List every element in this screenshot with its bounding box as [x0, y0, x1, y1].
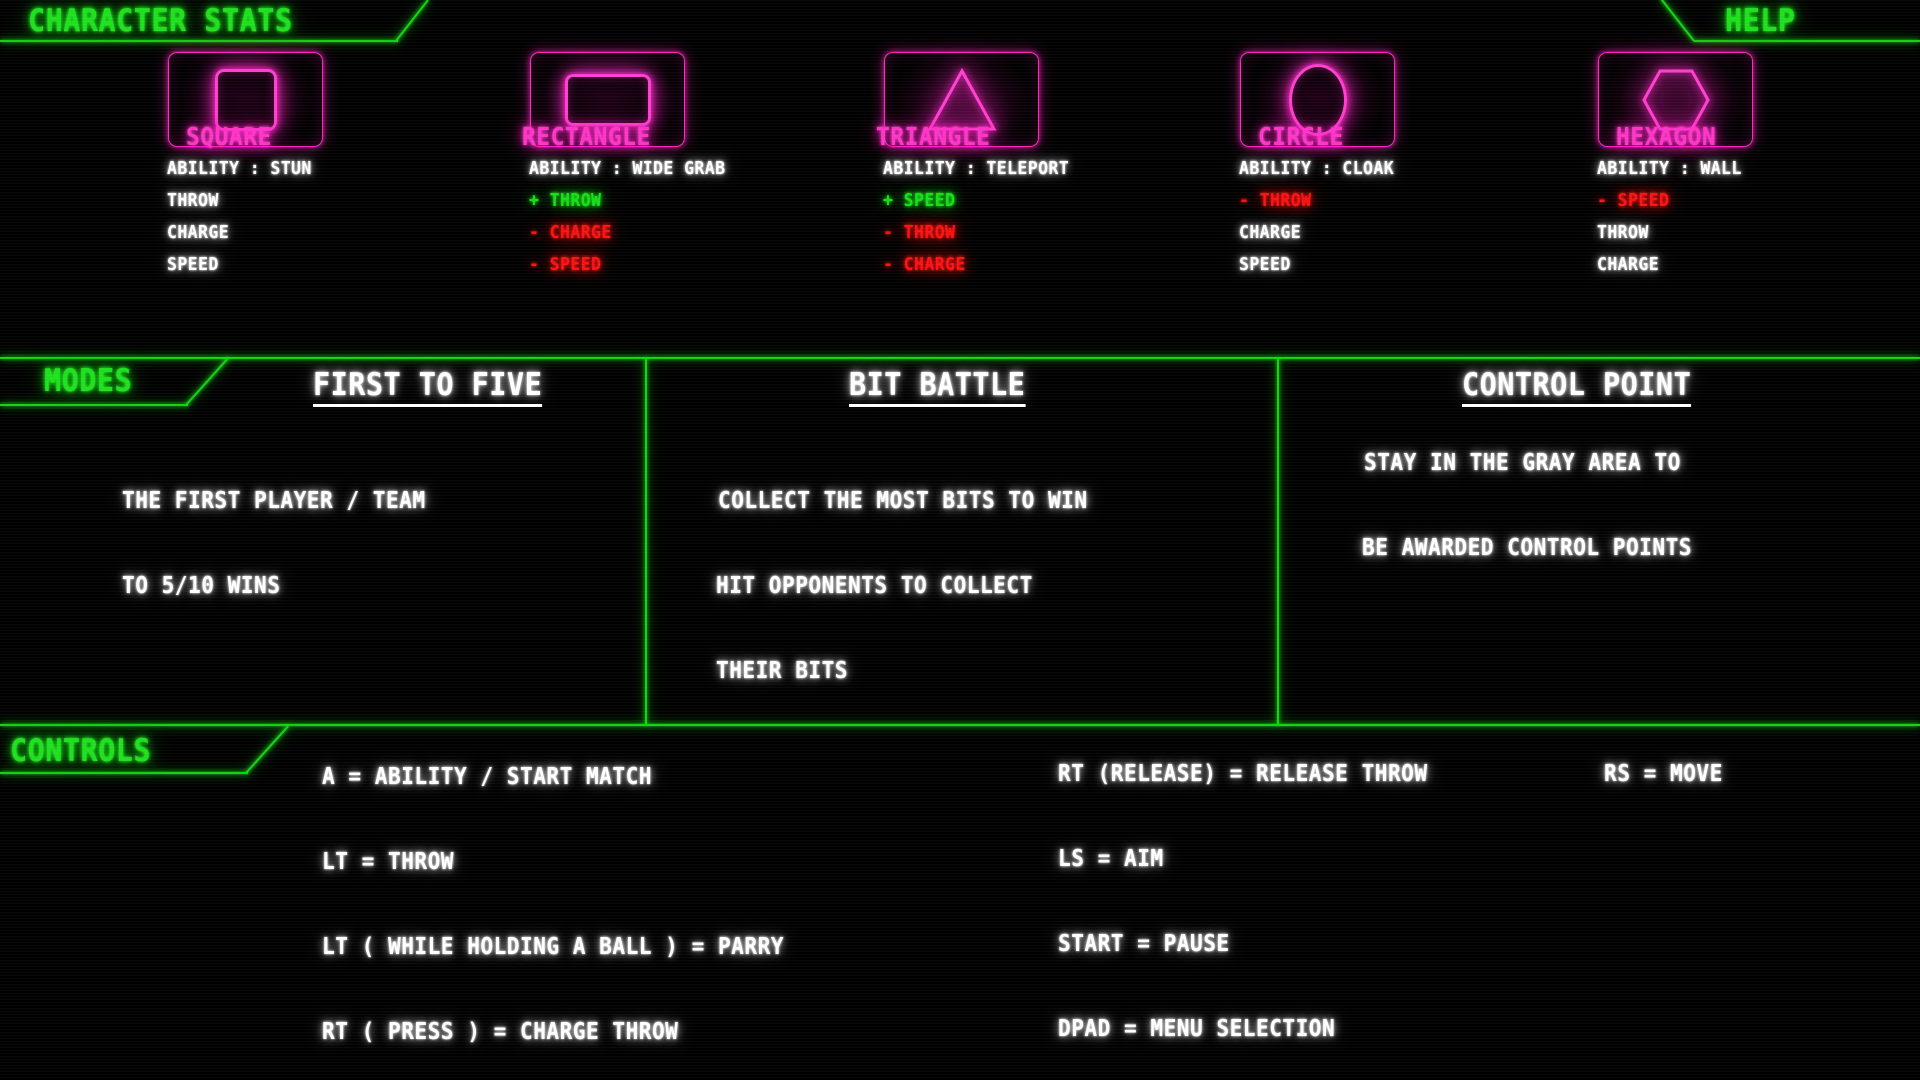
character-name: HEXAGON: [1616, 122, 1717, 151]
control-binding-right: START = PAUSE: [1058, 931, 1230, 957]
tab-help[interactable]: HELP: [1725, 6, 1796, 37]
control-binding-left: LT = THROW: [322, 849, 455, 875]
tab-controls[interactable]: CONTROLS: [10, 736, 151, 767]
modes-tab-underline: [0, 404, 188, 406]
tab-modes[interactable]: MODES: [44, 366, 132, 397]
modes-divider-right: [1277, 359, 1279, 725]
character-stat-row: SPEED: [1239, 254, 1291, 275]
character-stat-row: THROW: [1597, 222, 1649, 243]
character-stat-list: ABILITY : STUN THROW CHARGE SPEED: [167, 160, 324, 288]
character-stat-row: ABILITY : WALL: [1597, 158, 1742, 179]
character-stat-row: ABILITY : CLOAK: [1239, 158, 1395, 179]
mode-description-line: STAY IN THE GRAY AREA TO: [1364, 450, 1681, 476]
rectangle-shape-icon: [564, 73, 651, 126]
character-name: RECTANGLE: [522, 122, 651, 151]
mode-title: BIT BATTLE: [849, 370, 1026, 407]
control-binding-right: DPAD = MENU SELECTION: [1058, 1016, 1336, 1042]
controls-tab-underline: [0, 772, 248, 774]
character-stat-list: ABILITY : TELEPORT + SPEED - THROW - CHARGE: [883, 160, 1085, 288]
character-stat-row: SPEED: [167, 254, 219, 275]
character-name: SQUARE: [186, 122, 272, 151]
header-left-rule: [0, 40, 398, 42]
control-binding-left: RT ( PRESS ) = CHARGE THROW: [322, 1019, 679, 1045]
character-stat-row: - THROW: [883, 222, 956, 243]
character-stat-row: - SPEED: [529, 254, 602, 275]
tab-character-stats[interactable]: CHARACTER STATS: [28, 6, 292, 37]
mode-description-line: HIT OPPONENTS TO COLLECT: [716, 573, 1033, 599]
control-binding-right: RT (RELEASE) = RELEASE THROW: [1058, 761, 1428, 787]
character-stat-row: - CHARGE: [529, 222, 612, 243]
character-stat-row: - CHARGE: [883, 254, 966, 275]
character-stat-row: ABILITY : TELEPORT: [883, 158, 1070, 179]
mode-title: CONTROL POINT: [1462, 370, 1692, 407]
character-stat-list: ABILITY : WALL - SPEED THROW CHARGE: [1597, 160, 1754, 288]
character-name: TRIANGLE: [876, 122, 991, 151]
character-stat-row: CHARGE: [167, 222, 230, 243]
character-stat-row: ABILITY : WIDE GRAB: [529, 158, 726, 179]
mode-description-line: TO 5/10 WINS: [122, 573, 281, 599]
modes-tab-diagonal: [185, 357, 229, 406]
character-stat-row: ABILITY : STUN: [167, 158, 312, 179]
header-right-rule: [1694, 40, 1920, 42]
control-binding-rs-move: RS = MOVE: [1604, 761, 1723, 787]
control-binding-right: LS = AIM: [1058, 846, 1164, 872]
character-stat-row: CHARGE: [1597, 254, 1660, 275]
character-stat-list: ABILITY : CLOAK - THROW CHARGE SPEED: [1239, 160, 1408, 288]
header-left-diagonal: [395, 0, 429, 42]
character-stat-list: ABILITY : WIDE GRAB + THROW - CHARGE - SPEE…: [529, 160, 743, 288]
mode-description-line: THE FIRST PLAYER / TEAM: [122, 488, 426, 514]
modes-top-rule: [0, 357, 1920, 359]
character-stat-row: THROW: [167, 190, 219, 211]
mode-description-line: THEIR BITS: [716, 658, 849, 684]
control-binding-left: A = ABILITY / START MATCH: [322, 764, 652, 790]
header-right-diagonal: [1659, 0, 1695, 42]
character-name: CIRCLE: [1258, 122, 1344, 151]
mode-description-line: COLLECT THE MOST BITS TO WIN: [718, 488, 1088, 514]
controls-tab-diagonal: [245, 725, 289, 774]
modes-divider-left: [645, 359, 647, 725]
mode-description-line: BE AWARDED CONTROL POINTS: [1362, 535, 1692, 561]
character-stat-row: + SPEED: [883, 190, 956, 211]
character-stat-row: - THROW: [1239, 190, 1312, 211]
help-screen: CHARACTER STATS HELP SQUARE ABILITY : STU…: [0, 0, 1920, 1080]
character-stat-row: CHARGE: [1239, 222, 1302, 243]
control-binding-left: LT ( WHILE HOLDING A BALL ) = PARRY: [322, 934, 784, 960]
mode-title: FIRST TO FIVE: [313, 370, 543, 407]
character-stat-row: + THROW: [529, 190, 602, 211]
character-stat-row: - SPEED: [1597, 190, 1670, 211]
